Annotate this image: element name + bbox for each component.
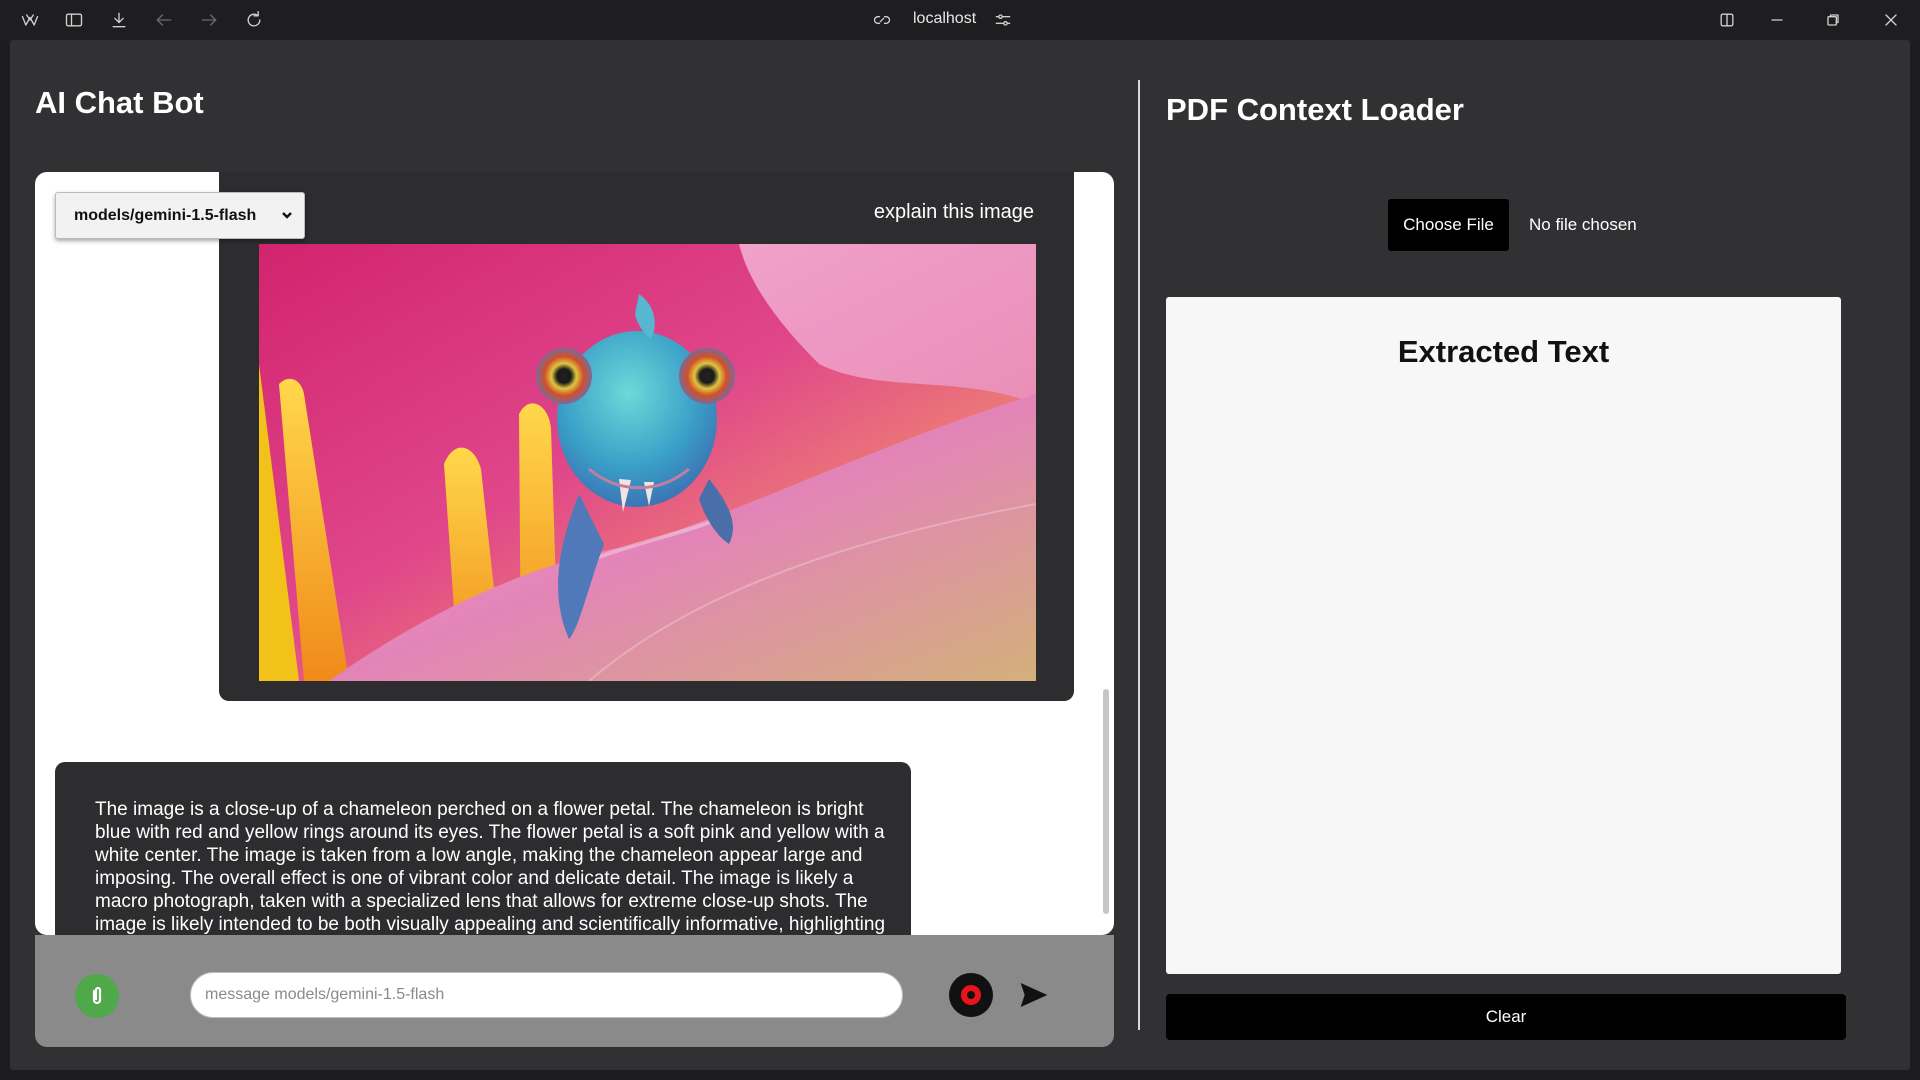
tune-icon[interactable]: [991, 8, 1015, 32]
bot-message-bubble: The image is a close-up of a chameleon p…: [55, 762, 911, 935]
clear-button[interactable]: Clear: [1166, 994, 1846, 1040]
minimize-icon[interactable]: [1765, 8, 1789, 32]
reload-icon[interactable]: [242, 8, 266, 32]
back-arrow-icon[interactable]: [152, 8, 176, 32]
chat-scrollbar[interactable]: [1103, 689, 1109, 914]
choose-file-button[interactable]: Choose File: [1388, 199, 1509, 251]
user-message-text: explain this image: [873, 201, 1034, 223]
send-button[interactable]: [1016, 977, 1052, 1013]
forward-arrow-icon[interactable]: [197, 8, 221, 32]
bot-message-text: The image is a close-up of a chameleon p…: [95, 799, 886, 935]
link-icon: [870, 8, 894, 32]
model-select-value: models/gemini-1.5-flash: [74, 206, 257, 224]
page-viewport: AI Chat Bot models/gemini-1.5-flash expl…: [10, 40, 1910, 1070]
extracted-text-panel: Extracted Text: [1166, 297, 1841, 974]
chat-page-title: AI Chat Bot: [35, 85, 204, 120]
attach-file-button[interactable]: [75, 974, 119, 1018]
address-bar-url[interactable]: localhost: [913, 10, 976, 28]
file-picker: Choose File No file chosen: [1388, 199, 1637, 251]
close-icon[interactable]: [1879, 8, 1903, 32]
user-message-bubble: explain this image: [219, 172, 1074, 701]
message-input[interactable]: [190, 972, 903, 1018]
extracted-text-heading: Extracted Text: [1397, 334, 1610, 369]
model-select-dropdown[interactable]: models/gemini-1.5-flash: [55, 192, 305, 239]
file-status-text: No file chosen: [1529, 215, 1637, 234]
pdf-loader-title: PDF Context Loader: [1166, 92, 1464, 127]
chevron-down-icon: [280, 208, 294, 222]
sidebar-toggle-icon[interactable]: [62, 8, 86, 32]
app-logo-icon[interactable]: [18, 8, 42, 32]
chat-messages-panel: models/gemini-1.5-flash explain this ima…: [35, 172, 1114, 935]
restore-icon[interactable]: [1821, 8, 1845, 32]
download-icon[interactable]: [107, 8, 131, 32]
chameleon-photo-attachment: [259, 244, 1036, 681]
record-audio-button[interactable]: [949, 973, 993, 1017]
send-icon: [1020, 983, 1048, 1007]
chat-input-bar: [35, 935, 1114, 1047]
split-view-icon[interactable]: [1715, 8, 1739, 32]
browser-titlebar: localhost: [0, 0, 1920, 40]
record-icon: [961, 985, 981, 1005]
panel-divider: [1138, 80, 1140, 1030]
paperclip-icon: [92, 986, 102, 1005]
